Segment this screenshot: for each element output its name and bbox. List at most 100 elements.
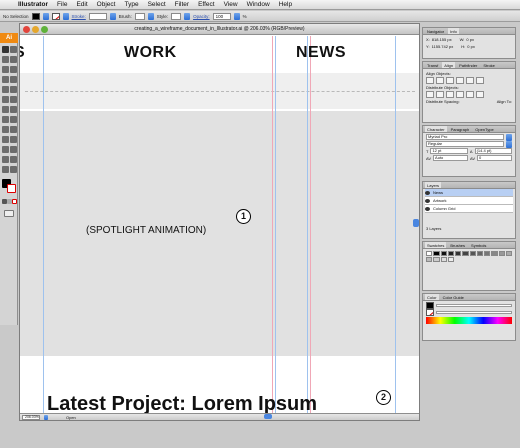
- lasso-tool-icon[interactable]: [10, 56, 17, 63]
- menu-object[interactable]: Object: [97, 1, 116, 8]
- align-right-icon[interactable]: [446, 76, 454, 84]
- tab-stroke[interactable]: Stroke: [481, 62, 497, 68]
- swatch[interactable]: [426, 251, 433, 256]
- crop-tool-icon[interactable]: [10, 146, 17, 153]
- tab-symbols[interactable]: Symbols: [469, 242, 488, 248]
- style-field[interactable]: [171, 12, 182, 20]
- symbol-sprayer-tool-icon[interactable]: [2, 116, 9, 123]
- screen-mode-icon[interactable]: [4, 210, 14, 217]
- swatch[interactable]: [440, 251, 447, 256]
- menu-edit[interactable]: Edit: [76, 1, 87, 8]
- distribute-hcenter-icon[interactable]: [466, 90, 474, 98]
- style-dropdown-icon[interactable]: [184, 12, 191, 20]
- distribute-right-icon[interactable]: [476, 90, 484, 98]
- align-vcenter-icon[interactable]: [466, 76, 474, 84]
- live-paint-tool-icon[interactable]: [2, 146, 9, 153]
- zoom-dropdown-icon[interactable]: [44, 414, 48, 420]
- tab-brushes[interactable]: Brushes: [448, 242, 467, 248]
- fill-dropdown-icon[interactable]: [42, 12, 49, 20]
- pen-tool-icon[interactable]: [2, 66, 9, 73]
- app-menu[interactable]: Illustrator: [18, 1, 48, 8]
- tab-align[interactable]: Align: [442, 62, 456, 68]
- swatch[interactable]: [440, 257, 447, 262]
- free-transform-tool-icon[interactable]: [10, 106, 17, 113]
- swatch[interactable]: [433, 257, 440, 262]
- blend-tool-icon[interactable]: [10, 136, 17, 143]
- distribute-vcenter-icon[interactable]: [436, 90, 444, 98]
- font-size-field[interactable]: 12 pt: [430, 148, 468, 154]
- layer-row[interactable]: Artwork: [425, 197, 513, 205]
- vertical-scrollbar-thumb[interactable]: [413, 219, 419, 227]
- stroke-weight-dropdown-icon[interactable]: [109, 12, 116, 20]
- stroke-color-chip[interactable]: [426, 308, 434, 316]
- menu-effect[interactable]: Effect: [198, 1, 215, 8]
- zoom-window-icon[interactable]: [41, 26, 48, 33]
- stroke-weight-field[interactable]: [88, 12, 107, 20]
- visibility-eye-icon[interactable]: [425, 206, 430, 211]
- swatch[interactable]: [447, 257, 454, 262]
- tab-transform[interactable]: Transf: [425, 62, 440, 68]
- stroke-dropdown-icon[interactable]: [62, 12, 69, 20]
- rotate-tool-icon[interactable]: [2, 96, 9, 103]
- stroke-swatch[interactable]: [51, 12, 60, 20]
- menu-file[interactable]: File: [57, 1, 67, 8]
- menu-window[interactable]: Window: [247, 1, 270, 8]
- swatch[interactable]: [455, 251, 462, 256]
- scale-tool-icon[interactable]: [10, 96, 17, 103]
- direct-selection-tool-icon[interactable]: [10, 46, 17, 53]
- tab-pathfinder[interactable]: Pathfinder: [457, 62, 479, 68]
- fill-color-chip[interactable]: [426, 301, 434, 309]
- tab-layers[interactable]: Layers: [425, 182, 442, 188]
- tab-paragraph[interactable]: Paragraph: [449, 126, 472, 132]
- paintbrush-tool-icon[interactable]: [2, 86, 9, 93]
- stroke-label[interactable]: Stroke:: [72, 14, 86, 19]
- artboard-canvas[interactable]: S WORK NEWS (SPOTLIGHT ANIMATION) 1 Late…: [20, 36, 419, 414]
- slice-tool-icon[interactable]: [2, 156, 9, 163]
- kerning-field[interactable]: Auto: [433, 155, 468, 161]
- eraser-tool-icon[interactable]: [10, 156, 17, 163]
- tab-opentype[interactable]: OpenType: [473, 126, 495, 132]
- tab-character[interactable]: Character: [425, 126, 447, 132]
- close-window-icon[interactable]: [23, 26, 30, 33]
- status-mode[interactable]: Open: [66, 415, 76, 420]
- menu-filter[interactable]: Filter: [175, 1, 189, 8]
- distribute-left-icon[interactable]: [456, 90, 464, 98]
- rectangle-tool-icon[interactable]: [10, 76, 17, 83]
- brush-dropdown-icon[interactable]: [147, 12, 154, 20]
- align-left-icon[interactable]: [426, 76, 434, 84]
- font-family-dropdown-icon[interactable]: [506, 133, 512, 141]
- stroke-color-icon[interactable]: [7, 184, 16, 193]
- layer-row[interactable]: News: [425, 189, 513, 197]
- gradient-tool-icon[interactable]: [10, 126, 17, 133]
- tracking-field[interactable]: 0: [477, 155, 512, 161]
- type-tool-icon[interactable]: [10, 66, 17, 73]
- brush-field[interactable]: [134, 12, 145, 20]
- visibility-eye-icon[interactable]: [425, 198, 430, 203]
- line-tool-icon[interactable]: [2, 76, 9, 83]
- color-slider[interactable]: [436, 310, 512, 314]
- opacity-field[interactable]: 100: [212, 12, 231, 20]
- swatch[interactable]: [491, 251, 498, 256]
- eyedropper-tool-icon[interactable]: [2, 136, 9, 143]
- horizontal-scrollbar-thumb[interactable]: [264, 414, 272, 419]
- tab-navigator[interactable]: Navigator: [425, 28, 446, 34]
- color-slider[interactable]: [436, 303, 512, 307]
- color-spectrum-bar[interactable]: [426, 317, 512, 324]
- magic-wand-tool-icon[interactable]: [2, 56, 9, 63]
- opacity-label[interactable]: Opacity:: [193, 14, 210, 19]
- font-style-dropdown-icon[interactable]: [506, 140, 512, 148]
- none-mode-icon[interactable]: [12, 199, 17, 204]
- selection-tool-icon[interactable]: [2, 46, 9, 53]
- tab-swatches[interactable]: Swatches: [425, 242, 447, 248]
- distribute-bottom-icon[interactable]: [446, 90, 454, 98]
- tab-color[interactable]: Color: [425, 294, 439, 300]
- distribute-top-icon[interactable]: [426, 90, 434, 98]
- swatch[interactable]: [469, 251, 476, 256]
- visibility-eye-icon[interactable]: [425, 190, 430, 195]
- menu-select[interactable]: Select: [148, 1, 166, 8]
- hand-tool-icon[interactable]: [2, 166, 9, 173]
- font-style-field[interactable]: Regular: [426, 141, 504, 147]
- zoom-field[interactable]: 206.03%: [22, 414, 40, 420]
- leading-field[interactable]: (14.4 pt): [474, 148, 512, 154]
- align-top-icon[interactable]: [456, 76, 464, 84]
